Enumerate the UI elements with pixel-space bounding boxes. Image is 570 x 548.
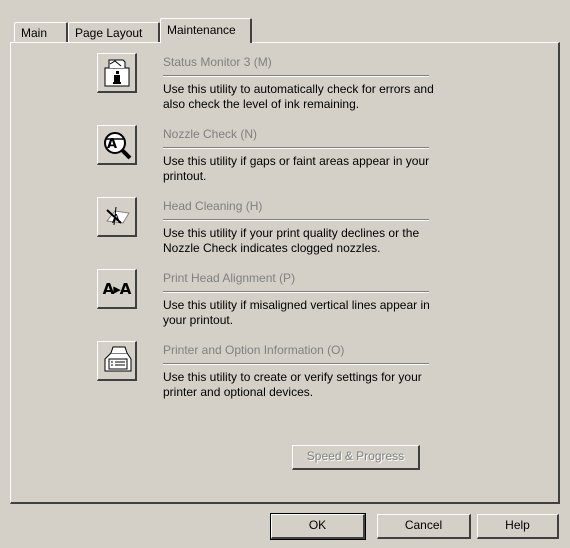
printer-info-icon <box>104 346 131 371</box>
head-cleaning-title: Head Cleaning (H) <box>163 199 263 213</box>
nozzle-check-button[interactable]: A <box>97 125 137 165</box>
head-cleaning-icon: A <box>105 206 130 226</box>
ok-button[interactable]: OK <box>270 513 366 540</box>
tab-main[interactable]: Main <box>14 22 68 42</box>
nozzle-check-description: Use this utility if gaps or faint areas … <box>163 154 430 183</box>
print-head-alignment-button[interactable]: A▸A <box>97 269 137 309</box>
utility-status-monitor: Status Monitor 3 (M) Use this utility to… <box>93 47 434 113</box>
divider <box>163 147 429 149</box>
printer-option-info-button[interactable] <box>97 341 137 381</box>
tab-page-layout[interactable]: Page Layout <box>68 22 160 42</box>
nozzle-check-title: Nozzle Check (N) <box>163 127 258 141</box>
print-head-alignment-description: Use this utility if misaligned vertical … <box>163 298 430 327</box>
utility-head-cleaning: A Head Cleaning (H) Use this utility if … <box>93 191 433 257</box>
help-button[interactable]: Help <box>477 514 559 539</box>
head-alignment-icon: A▸A <box>102 279 132 298</box>
divider <box>163 363 429 365</box>
print-head-alignment-title: Print Head Alignment (P) <box>163 271 296 285</box>
divider <box>163 291 429 293</box>
printer-option-info-description: Use this utility to create or verify set… <box>163 370 422 399</box>
speed-progress-button[interactable]: Speed & Progress <box>292 445 420 470</box>
status-monitor-description: Use this utility to automatically check … <box>163 82 434 111</box>
cancel-button[interactable]: Cancel <box>377 514 471 539</box>
divider <box>163 75 429 77</box>
printer-properties-dialog: Main Page Layout Maintenance Status Moni… <box>0 0 570 548</box>
utility-printer-option-info: Printer and Option Information (O) Use t… <box>93 335 433 401</box>
nozzle-check-icon: A <box>103 131 131 159</box>
status-monitor-icon <box>104 59 129 86</box>
printer-option-info-title: Printer and Option Information (O) <box>163 343 345 357</box>
utility-nozzle-check: A Nozzle Check (N) Use this utility if g… <box>93 119 433 185</box>
divider <box>163 219 429 221</box>
maintenance-panel: Status Monitor 3 (M) Use this utility to… <box>10 42 560 504</box>
head-cleaning-description: Use this utility if your print quality d… <box>163 226 420 255</box>
status-monitor-button[interactable] <box>97 53 137 93</box>
utility-print-head-alignment: A▸A Print Head Alignment (P) Use this ut… <box>93 263 433 329</box>
head-cleaning-button[interactable]: A <box>97 197 137 237</box>
status-monitor-title: Status Monitor 3 (M) <box>163 55 272 69</box>
tab-maintenance[interactable]: Maintenance <box>160 18 252 43</box>
